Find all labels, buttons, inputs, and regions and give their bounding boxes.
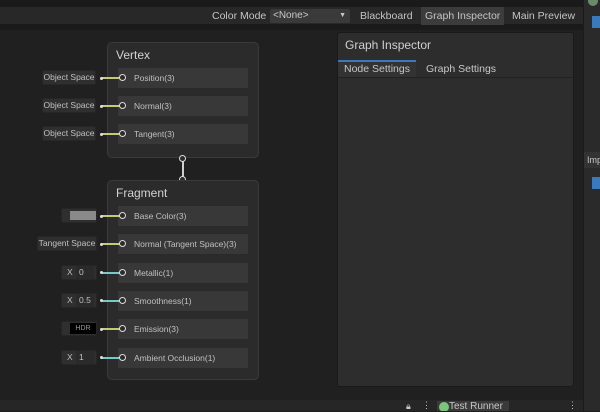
checkbox-icon[interactable] (592, 177, 600, 189)
connection-wire (101, 215, 121, 217)
space-dropdown[interactable]: Object Space (42, 70, 96, 85)
slot-port[interactable] (119, 130, 126, 137)
main-preview-button[interactable]: Main Preview (508, 7, 579, 25)
connection-wire (101, 133, 121, 135)
fragment-slot[interactable]: Base Color(3) (117, 205, 249, 227)
space-dropdown[interactable]: Tangent Space (37, 236, 97, 252)
vertex-slot[interactable]: Tangent(3) (117, 123, 249, 145)
connection-wire (101, 356, 121, 359)
connection-wire (101, 328, 121, 331)
slot-port[interactable] (119, 268, 126, 276)
tab-test-runner[interactable]: Test Runner (437, 401, 509, 411)
vertex-title: Vertex (116, 48, 151, 62)
slot-port[interactable] (119, 74, 126, 81)
tab-graph-settings[interactable]: Graph Settings (426, 62, 496, 77)
graph-inspector-panel: Graph Inspector Node Settings Graph Sett… (337, 32, 574, 387)
more-icon[interactable]: ⋮ (422, 400, 431, 411)
blackboard-button[interactable]: Blackboard (356, 7, 417, 25)
color-mode-dropdown[interactable]: <None> ▼ (270, 9, 350, 23)
color-mode-label: Color Mode (212, 10, 267, 22)
vertex-slot[interactable]: Position(3) (117, 67, 249, 89)
connection-wire (101, 77, 121, 79)
float-field[interactable]: X1 (61, 349, 97, 365)
connection-wire (101, 243, 121, 246)
chevron-down-icon: ▼ (339, 12, 346, 19)
vertex-slot[interactable]: Normal(3) (117, 95, 249, 117)
input-port-dot[interactable] (100, 214, 103, 218)
value-input[interactable]: 0.5 (76, 293, 94, 307)
connection-wire (101, 105, 121, 107)
input-port-dot[interactable] (100, 242, 103, 246)
right-panel-label: Imp (584, 152, 600, 168)
test-runner-icon (439, 402, 449, 411)
input-port-dot[interactable] (100, 104, 103, 108)
input-port-dot[interactable] (100, 327, 103, 331)
space-dropdown[interactable]: Object Space (42, 126, 96, 141)
base-color-field[interactable] (61, 208, 97, 223)
status-icon (588, 0, 598, 6)
test-runner-label: Test Runner (449, 401, 503, 411)
lock-icon[interactable]: 🔒︎ (406, 401, 411, 412)
float-field[interactable]: X 0.5 (61, 292, 97, 308)
connection-wire (101, 271, 121, 274)
axis-label: X (67, 351, 73, 362)
slot-port[interactable] (119, 102, 126, 109)
axis-label: X (67, 266, 73, 277)
input-port-dot[interactable] (100, 76, 103, 80)
graph-inspector-button[interactable]: Graph Inspector (421, 7, 505, 25)
checkbox-icon[interactable] (592, 16, 600, 28)
hdr-swatch[interactable]: HDR (70, 323, 96, 335)
color-swatch[interactable] (70, 211, 96, 220)
fragment-slot[interactable]: Emission(3) (117, 318, 249, 341)
value-input[interactable]: 0 (76, 265, 94, 279)
inspector-title: Graph Inspector (345, 38, 432, 52)
fragment-slot[interactable]: Smoothness(1) (117, 289, 249, 312)
float-field[interactable]: X0 (61, 264, 97, 280)
space-dropdown[interactable]: Object Space (42, 98, 96, 113)
tab-node-settings[interactable]: Node Settings (338, 60, 416, 77)
value-input[interactable]: 1 (76, 350, 94, 364)
fragment-title: Fragment (116, 186, 168, 200)
vertex-output-port[interactable] (179, 155, 186, 162)
emission-color-field[interactable]: HDR (61, 321, 97, 337)
input-port-dot[interactable] (100, 356, 103, 359)
connection-wire (101, 299, 121, 302)
fragment-slot[interactable]: Metallic(1) (117, 261, 249, 284)
fragment-slot[interactable]: Ambient Occlusion(1) (117, 346, 249, 369)
more-icon[interactable]: ⋮ (568, 400, 577, 411)
color-mode-value: <None> (273, 10, 309, 21)
input-port-dot[interactable] (100, 132, 103, 136)
axis-label: X (67, 294, 73, 305)
slot-port[interactable] (119, 353, 126, 361)
fragment-slot[interactable]: Normal (Tangent Space)(3) (117, 233, 249, 256)
right-side-panel: Imp (583, 0, 600, 411)
slot-port[interactable] (119, 296, 126, 304)
slot-port[interactable] (119, 212, 126, 219)
